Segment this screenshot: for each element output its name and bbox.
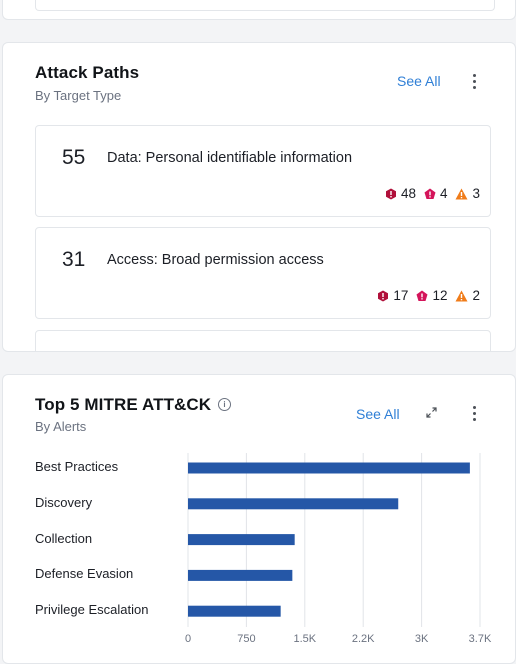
attack-paths-title: Attack Paths	[35, 63, 140, 82]
bar[interactable]	[188, 569, 293, 581]
high-pentagon-icon	[424, 188, 436, 199]
attack-path-item[interactable]: 31 Access: Broad permission access 17 12…	[35, 227, 491, 319]
attack-path-count: 55	[62, 146, 86, 169]
severity-counts: 17 12 2	[369, 288, 480, 303]
x-tick-label: 750	[237, 633, 256, 645]
critical-hexagon-icon	[385, 188, 396, 199]
category-label: Privilege Escalation	[35, 602, 149, 618]
category-label: Best Practices	[35, 459, 119, 474]
attack-path-item[interactable]: 55 Data: Personal identifiable informati…	[35, 125, 491, 217]
category-label: Collection	[35, 530, 93, 546]
previous-card-item	[35, 0, 495, 11]
bar[interactable]	[188, 462, 470, 474]
kebab-menu-icon[interactable]	[473, 74, 477, 92]
severity-counts: 48 4 3	[377, 186, 480, 201]
x-tick-label: 3.7K	[468, 633, 492, 645]
attack-paths-subtitle: By Target Type	[35, 88, 122, 103]
attack-paths-see-all-link[interactable]: See All	[397, 73, 441, 89]
x-tick-label: 1.5K	[293, 633, 317, 645]
chart-canvas	[187, 453, 481, 627]
x-tick-label: 3K	[414, 633, 429, 645]
category-label: Defense Evasion	[35, 566, 134, 582]
medium-count-value: 2	[472, 288, 480, 303]
high-count-value: 12	[432, 288, 448, 303]
medium-triangle-icon	[455, 290, 468, 301]
previous-card	[2, 0, 516, 20]
attack-path-count: 31	[62, 248, 86, 271]
high-count: 12	[416, 288, 447, 303]
mitre-card: Top 5 MITRE ATT&CK i By Alerts See All 0…	[2, 374, 516, 664]
category-label: Discovery	[35, 494, 93, 510]
critical-count-value: 17	[393, 288, 409, 303]
critical-count-value: 48	[400, 186, 416, 201]
high-pentagon-icon	[416, 290, 428, 301]
medium-count-value: 3	[472, 186, 480, 201]
attack-path-item-partial[interactable]	[35, 330, 491, 351]
high-count: 4	[424, 186, 448, 201]
critical-count: 48	[385, 186, 416, 201]
medium-count: 2	[455, 288, 480, 303]
high-count-value: 4	[439, 186, 448, 201]
critical-hexagon-icon	[378, 290, 389, 301]
mitre-bar-chart: 0 750 1.5K 2.2K 3K 3.7K Best Practices Discover…	[3, 375, 515, 663]
critical-count: 17	[377, 288, 408, 303]
attack-paths-card: Attack Paths By Target Type See All 55 D…	[2, 42, 516, 352]
medium-count: 3	[455, 186, 480, 201]
x-tick-label: 0	[184, 633, 192, 645]
attack-path-label: Data: Personal identifiable information	[107, 150, 353, 166]
bar[interactable]	[188, 605, 281, 617]
medium-triangle-icon	[455, 188, 468, 199]
x-tick-label: 2.2K	[351, 633, 375, 645]
bar[interactable]	[188, 534, 295, 546]
bar[interactable]	[188, 498, 399, 510]
attack-path-label: Access: Broad permission access	[107, 252, 324, 268]
